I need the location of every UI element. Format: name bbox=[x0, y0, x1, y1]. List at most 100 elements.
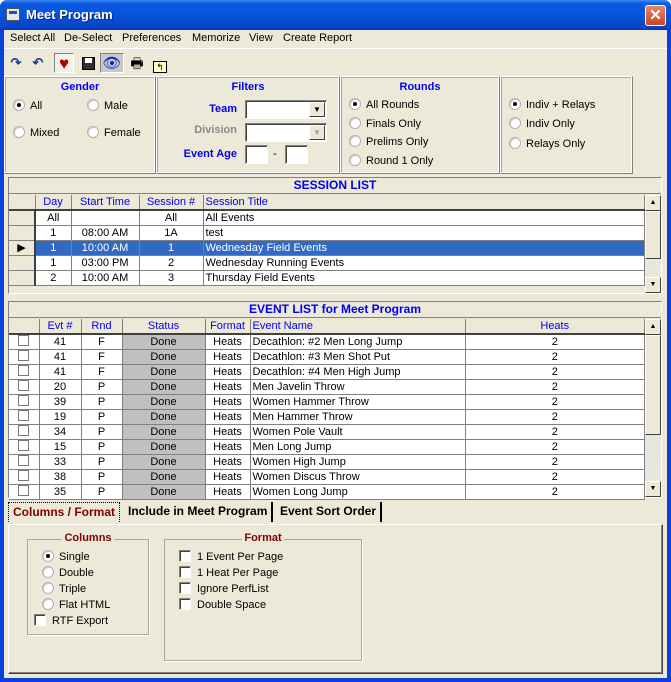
event-row[interactable]: 41 F Done Heats Decathlon: #3 Men Shot Put 2 bbox=[9, 349, 645, 365]
event-select-checkbox[interactable] bbox=[9, 364, 40, 380]
team-dropdown[interactable]: ▼ bbox=[245, 100, 327, 119]
gender-mixed-radio[interactable]: Mixed bbox=[13, 126, 59, 139]
redo-icon[interactable]: ↷ bbox=[6, 53, 26, 73]
title-bar[interactable]: Meet Program ✕ bbox=[0, 0, 671, 30]
event-select-checkbox[interactable] bbox=[9, 424, 40, 440]
double-space-checkbox[interactable]: Double Space bbox=[179, 598, 266, 611]
event-row[interactable]: 34 P Done Heats Women Pole Vault 2 bbox=[9, 424, 645, 440]
gender-all-radio[interactable]: All bbox=[13, 99, 42, 112]
close-button[interactable]: ✕ bbox=[645, 5, 666, 26]
event-scrollbar[interactable]: ▲ ▼ bbox=[645, 319, 661, 497]
event-row[interactable]: 20 P Done Heats Men Javelin Throw 2 bbox=[9, 379, 645, 395]
session-row[interactable]: 2 10:00 AM 3 Thursday Field Events bbox=[9, 270, 645, 286]
row-selector[interactable] bbox=[9, 210, 36, 226]
event-row[interactable]: 39 P Done Heats Women Hammer Throw 2 bbox=[9, 394, 645, 410]
tab-columns-format[interactable]: Columns / Format bbox=[8, 502, 121, 522]
scroll-down-icon[interactable]: ▼ bbox=[645, 277, 661, 293]
checkbox-box[interactable] bbox=[18, 350, 30, 361]
menu-de-select[interactable]: De-Select bbox=[64, 32, 112, 44]
menu-preferences[interactable]: Preferences bbox=[122, 32, 181, 44]
event-select-checkbox[interactable] bbox=[9, 379, 40, 395]
session-row[interactable]: All All All Events bbox=[9, 210, 645, 226]
columns-double-radio[interactable]: Double bbox=[42, 566, 94, 579]
event-select-checkbox[interactable] bbox=[9, 454, 40, 470]
tab-event-sort-order[interactable]: Event Sort Order bbox=[276, 502, 383, 522]
event-row[interactable]: 15 P Done Heats Men Long Jump 2 bbox=[9, 439, 645, 455]
one-heat-per-page-checkbox[interactable]: 1 Heat Per Page bbox=[179, 566, 278, 579]
chevron-down-icon[interactable]: ▼ bbox=[309, 102, 325, 117]
heart-icon[interactable]: ♥ bbox=[54, 53, 74, 73]
col-format[interactable]: Format bbox=[205, 319, 251, 335]
event-select-checkbox[interactable] bbox=[9, 439, 40, 455]
rounds-prelims-radio[interactable]: Prelims Only bbox=[349, 135, 428, 148]
print-icon[interactable]: 🖶 bbox=[127, 53, 147, 73]
scroll-thumb[interactable] bbox=[645, 335, 661, 435]
menu-view[interactable]: View bbox=[249, 32, 273, 44]
row-selector[interactable] bbox=[9, 270, 36, 286]
event-age-from-input[interactable] bbox=[245, 145, 268, 164]
one-event-per-page-checkbox[interactable]: 1 Event Per Page bbox=[179, 550, 283, 563]
columns-triple-radio[interactable]: Triple bbox=[42, 582, 86, 595]
session-scrollbar[interactable]: ▲ ▼ bbox=[645, 195, 661, 293]
columns-single-radio[interactable]: Single bbox=[42, 550, 90, 563]
gender-male-radio[interactable]: Male bbox=[87, 99, 128, 112]
rounds-all-radio[interactable]: All Rounds bbox=[349, 98, 419, 111]
checkbox-box[interactable] bbox=[18, 485, 30, 496]
checkbox-box[interactable] bbox=[18, 455, 30, 466]
event-select-checkbox[interactable] bbox=[9, 409, 40, 425]
checkbox-box[interactable] bbox=[18, 410, 30, 421]
checkbox-box[interactable] bbox=[18, 470, 30, 481]
checkbox-box[interactable] bbox=[18, 365, 30, 376]
row-selector[interactable]: ▶ bbox=[9, 240, 36, 256]
col-round[interactable]: Rnd bbox=[81, 319, 123, 335]
scroll-up-icon[interactable]: ▲ bbox=[645, 195, 661, 211]
session-row[interactable]: 1 03:00 PM 2 Wednesday Running Events bbox=[9, 255, 645, 271]
rounds-round1-radio[interactable]: Round 1 Only bbox=[349, 154, 433, 167]
col-session-number[interactable]: Session # bbox=[139, 195, 204, 211]
event-age-to-input[interactable] bbox=[285, 145, 308, 164]
scroll-up-icon[interactable]: ▲ bbox=[645, 319, 661, 335]
col-heats[interactable]: Heats bbox=[465, 319, 645, 335]
event-row[interactable]: 41 F Done Heats Decathlon: #2 Men Long Jump 2 bbox=[9, 334, 645, 350]
event-row[interactable]: 33 P Done Heats Women High Jump 2 bbox=[9, 454, 645, 470]
ignore-perflist-checkbox[interactable]: Ignore PerfList bbox=[179, 582, 269, 595]
scroll-thumb[interactable] bbox=[645, 211, 661, 259]
menu-create-report[interactable]: Create Report bbox=[283, 32, 352, 44]
rtf-export-checkbox[interactable]: RTF Export bbox=[34, 614, 108, 627]
relays-only-radio[interactable]: Relays Only bbox=[509, 137, 585, 150]
checkbox-box[interactable] bbox=[18, 425, 30, 436]
event-select-checkbox[interactable] bbox=[9, 349, 40, 365]
row-selector[interactable] bbox=[9, 255, 36, 271]
col-start-time[interactable]: Start Time bbox=[71, 195, 140, 211]
save-icon[interactable] bbox=[78, 53, 98, 73]
event-select-checkbox[interactable] bbox=[9, 484, 40, 500]
scroll-down-icon[interactable]: ▼ bbox=[645, 481, 661, 497]
columns-flat-html-radio[interactable]: Flat HTML bbox=[42, 598, 110, 611]
event-row[interactable]: 19 P Done Heats Men Hammer Throw 2 bbox=[9, 409, 645, 425]
checkbox-box[interactable] bbox=[18, 440, 30, 451]
menu-select-all[interactable]: Select All bbox=[10, 32, 55, 44]
gender-female-radio[interactable]: Female bbox=[87, 126, 141, 139]
event-select-checkbox[interactable] bbox=[9, 469, 40, 485]
event-row[interactable]: 38 P Done Heats Women Discus Throw 2 bbox=[9, 469, 645, 485]
col-session-title[interactable]: Session Title bbox=[203, 195, 645, 211]
session-row[interactable]: ▶ 1 10:00 AM 1 Wednesday Field Events bbox=[9, 240, 645, 256]
col-evt-number[interactable]: Evt # bbox=[39, 319, 82, 335]
folder-up-icon[interactable]: ↰ bbox=[150, 53, 170, 73]
indiv-relays-radio[interactable]: Indiv + Relays bbox=[509, 98, 595, 111]
undo-icon[interactable]: ↶ bbox=[28, 53, 48, 73]
menu-memorize[interactable]: Memorize bbox=[192, 32, 240, 44]
checkbox-box[interactable] bbox=[18, 380, 30, 391]
session-row[interactable]: 1 08:00 AM 1A test bbox=[9, 225, 645, 241]
rounds-finals-radio[interactable]: Finals Only bbox=[349, 117, 421, 130]
eye-icon[interactable]: 👁 bbox=[100, 53, 124, 73]
checkbox-box[interactable] bbox=[18, 395, 30, 406]
tab-include-in-meet-program[interactable]: Include in Meet Program bbox=[124, 502, 274, 522]
col-status[interactable]: Status bbox=[122, 319, 206, 335]
indiv-only-radio[interactable]: Indiv Only bbox=[509, 117, 575, 130]
event-row[interactable]: 41 F Done Heats Decathlon: #4 Men High Jump 2 bbox=[9, 364, 645, 380]
row-selector[interactable] bbox=[9, 225, 36, 241]
event-select-checkbox[interactable] bbox=[9, 394, 40, 410]
col-day[interactable]: Day bbox=[35, 195, 72, 211]
col-event-name[interactable]: Event Name bbox=[250, 319, 466, 335]
